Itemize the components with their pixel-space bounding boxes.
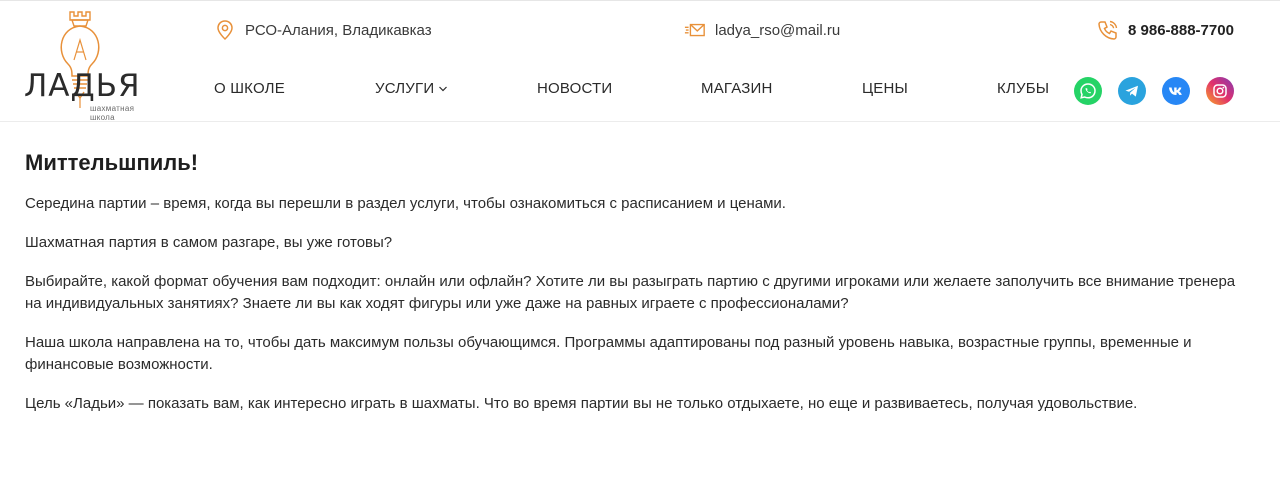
vk-icon bbox=[1169, 87, 1182, 95]
send-mail-icon bbox=[684, 23, 705, 37]
telegram-icon bbox=[1125, 85, 1138, 97]
page-title: Миттельшпиль! bbox=[25, 150, 199, 175]
chevron-down-icon bbox=[439, 86, 448, 91]
nav-item-about[interactable]: О ШКОЛЕ bbox=[214, 80, 285, 97]
paragraph-4: Наша школа направлена на то, чтобы дать … bbox=[25, 334, 1192, 373]
location-pin-icon bbox=[217, 20, 233, 41]
site-header: ЛАДЬЯ шахматная школа РСО-Алания, Владик… bbox=[0, 0, 1280, 122]
nav-item-services[interactable]: УСЛУГИ bbox=[375, 80, 448, 97]
phone-icon bbox=[1098, 20, 1118, 40]
paragraph-2: Шахматная партия в самом разгаре, вы уже… bbox=[25, 234, 393, 251]
address-text: РСО-Алания, Владикавказ bbox=[245, 21, 432, 39]
vk-link[interactable] bbox=[1162, 77, 1190, 105]
telegram-link[interactable] bbox=[1118, 77, 1146, 105]
logo-subtitle: шахматная школа bbox=[90, 104, 135, 122]
logo-text: ЛАДЬЯ bbox=[24, 68, 141, 104]
contact-email[interactable]: ladya_rso@mail.ru bbox=[684, 19, 840, 41]
paragraph-5: Цель «Ладьи» — показать вам, как интерес… bbox=[25, 395, 1138, 412]
paragraph-1: Середина партии – время, когда вы перешл… bbox=[25, 195, 786, 212]
nav-item-news[interactable]: НОВОСТИ bbox=[537, 80, 612, 97]
whatsapp-link[interactable] bbox=[1074, 77, 1102, 105]
nav-item-prices[interactable]: ЦЕНЫ bbox=[862, 80, 908, 97]
main-content: Миттельшпиль! Середина партии – время, к… bbox=[25, 150, 1255, 432]
nav-item-shop[interactable]: МАГАЗИН bbox=[701, 80, 773, 97]
contact-address: РСО-Алания, Владикавказ bbox=[214, 19, 432, 41]
paragraph-3: Выбирайте, какой формат обучения вам под… bbox=[25, 273, 1236, 312]
email-link[interactable]: ladya_rso@mail.ru bbox=[715, 22, 840, 39]
instagram-link[interactable] bbox=[1206, 77, 1234, 105]
site-logo[interactable]: ЛАДЬЯ шахматная школа bbox=[24, 10, 160, 122]
contact-phone[interactable]: 8 986-888-7700 bbox=[1097, 19, 1234, 41]
phone-link[interactable]: 8 986-888-7700 bbox=[1128, 22, 1234, 39]
instagram-icon bbox=[1213, 84, 1227, 98]
whatsapp-icon bbox=[1080, 83, 1096, 99]
nav-item-clubs[interactable]: КЛУБЫ bbox=[997, 80, 1049, 97]
